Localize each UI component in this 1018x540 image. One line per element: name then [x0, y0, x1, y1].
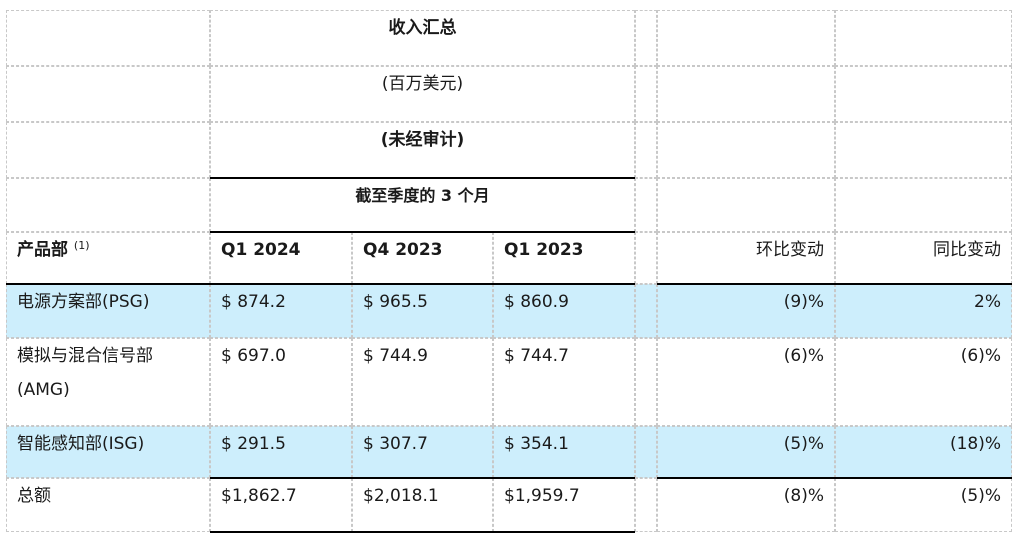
revenue-summary-table: 收入汇总 (百万美元) (未经审计) 截至季度的 3 个月 产品部 (1) Q1…: [6, 10, 1012, 540]
rule-body-top-left: [6, 283, 635, 285]
empty-cell: [635, 232, 657, 284]
empty-cell: [635, 10, 657, 66]
row-psg-qoq: (9)%: [657, 284, 835, 338]
period-label: 截至季度的 3 个月: [210, 178, 635, 232]
empty-cell: [657, 66, 835, 122]
empty-cell: [835, 10, 1012, 66]
header-q1-2023: Q1 2023: [493, 232, 635, 284]
row-total-q1-2024: $1,862.7: [210, 478, 352, 532]
empty-cell: [635, 338, 657, 426]
row-isg-yoy: (18)%: [835, 426, 1012, 478]
row-isg-q1-2024: $ 291.5: [210, 426, 352, 478]
empty-cell: [657, 122, 835, 178]
rule-body-top-right: [657, 283, 1012, 285]
row-amg-qoq: (6)%: [657, 338, 835, 426]
empty-cell: [835, 66, 1012, 122]
rule-header-top: [210, 231, 635, 233]
rule-total-top-right: [657, 477, 1012, 479]
empty-cell: [635, 284, 657, 338]
row-amg-segment: 模拟与混合信号部 (AMG): [6, 338, 210, 426]
rule-period-top: [210, 177, 635, 179]
empty-cell: [635, 178, 657, 232]
empty-cell: [835, 178, 1012, 232]
footnote-marker: (1): [73, 239, 90, 252]
empty-cell: [6, 122, 210, 178]
row-psg-yoy: 2%: [835, 284, 1012, 338]
row-psg-q1-2024: $ 874.2: [210, 284, 352, 338]
audit-label: (未经审计): [210, 122, 635, 178]
table-title: 收入汇总: [210, 10, 635, 66]
empty-cell: [635, 122, 657, 178]
row-psg-q1-2023: $ 860.9: [493, 284, 635, 338]
row-total-qoq: (8)%: [657, 478, 835, 532]
empty-cell: [6, 178, 210, 232]
row-isg-q1-2023: $ 354.1: [493, 426, 635, 478]
row-total-segment: 总额: [6, 478, 210, 532]
empty-cell: [657, 178, 835, 232]
empty-cell: [835, 122, 1012, 178]
empty-cell: [635, 66, 657, 122]
header-yoy: 同比变动: [835, 232, 1012, 284]
header-qoq: 环比变动: [657, 232, 835, 284]
row-amg-q1-2023: $ 744.7: [493, 338, 635, 426]
row-psg-q4-2023: $ 965.5: [352, 284, 493, 338]
header-q1-2024: Q1 2024: [210, 232, 352, 284]
empty-cell: [6, 10, 210, 66]
row-isg-q4-2023: $ 307.7: [352, 426, 493, 478]
rule-total-top-left: [210, 477, 635, 479]
empty-cell: [635, 426, 657, 478]
row-total-yoy: (5)%: [835, 478, 1012, 532]
row-psg-segment: 电源方案部(PSG): [6, 284, 210, 338]
header-q4-2023: Q4 2023: [352, 232, 493, 284]
unit-label: (百万美元): [210, 66, 635, 122]
row-isg-qoq: (5)%: [657, 426, 835, 478]
row-total-q1-2023: $1,959.7: [493, 478, 635, 532]
rule-total-bottom: [210, 531, 635, 533]
row-amg-q4-2023: $ 744.9: [352, 338, 493, 426]
row-amg-yoy: (6)%: [835, 338, 1012, 426]
header-segment: 产品部 (1): [6, 232, 210, 284]
row-total-q4-2023: $2,018.1: [352, 478, 493, 532]
empty-cell: [6, 66, 210, 122]
row-amg-q1-2024: $ 697.0: [210, 338, 352, 426]
row-isg-segment: 智能感知部(ISG): [6, 426, 210, 478]
empty-cell: [657, 10, 835, 66]
empty-cell: [635, 478, 657, 532]
